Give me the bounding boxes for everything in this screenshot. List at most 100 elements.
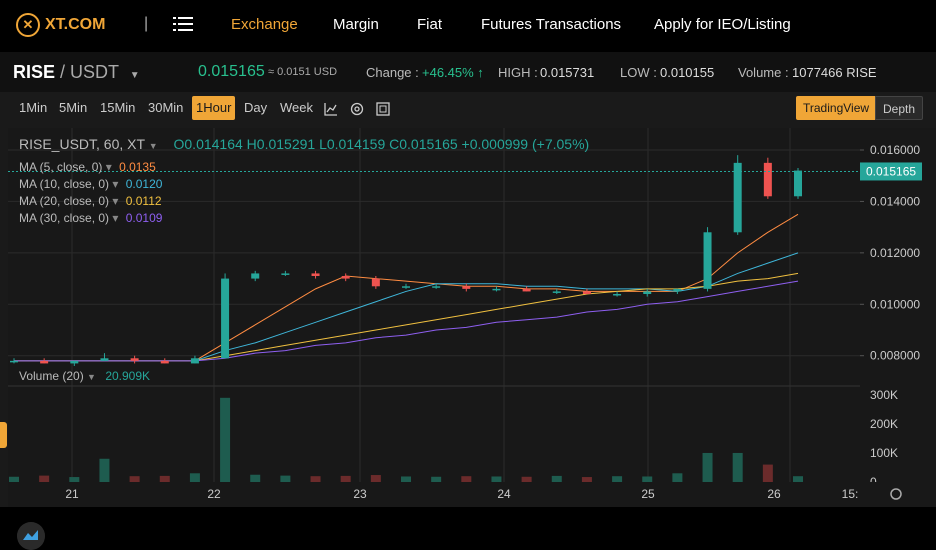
timeframe-day[interactable]: Day bbox=[240, 96, 271, 120]
low-value: 0.010155 bbox=[660, 65, 715, 80]
candle-body bbox=[402, 286, 410, 288]
chart-symbol: RISE_USDT, 60, XT bbox=[19, 136, 145, 152]
time-tick-label: 21 bbox=[65, 487, 79, 501]
ma-legend-label: MA (30, close, 0) bbox=[19, 211, 110, 225]
pair-selector[interactable]: RISE / USDT ▼ bbox=[13, 62, 140, 83]
time-tick-label: 22 bbox=[207, 487, 221, 501]
time-axis[interactable]: 21 22 23 24 25 26 15: bbox=[8, 482, 936, 507]
ma-line-ma30 bbox=[14, 280, 799, 362]
candle-body bbox=[10, 360, 18, 363]
chevron-down-icon[interactable]: ▾ bbox=[109, 177, 122, 191]
volume-indicator-label: Volume (20) bbox=[19, 369, 84, 383]
xt-logo[interactable]: ✕ XT.COM bbox=[16, 12, 105, 38]
ma-legend-value: 0.0120 bbox=[125, 177, 163, 191]
settings-icon[interactable] bbox=[350, 102, 364, 116]
line-chart-icon[interactable] bbox=[324, 102, 338, 116]
candle-body bbox=[794, 170, 802, 197]
chart-panel: 1Min 5Min 15Min 30Min 1Hour Day Week Tra… bbox=[0, 92, 936, 550]
chevron-down-icon: ▼ bbox=[129, 70, 140, 81]
ma-legend-label: MA (5, close, 0) bbox=[19, 160, 103, 174]
nav-separator: | bbox=[144, 15, 149, 32]
nav-margin[interactable]: Margin bbox=[333, 16, 379, 33]
timeframe-week[interactable]: Week bbox=[276, 96, 317, 120]
pair-quote: / USDT bbox=[60, 62, 119, 82]
tradingview-button[interactable]: TradingView bbox=[796, 96, 877, 120]
pair-base: RISE bbox=[13, 62, 56, 82]
ma-legend-row: MA (10, close, 0) ▾ 0.0120 bbox=[19, 177, 162, 191]
ma-line-ma10 bbox=[14, 252, 799, 362]
volume-bar bbox=[762, 464, 773, 482]
candle-body bbox=[40, 360, 49, 364]
candle-body bbox=[703, 232, 712, 289]
ma-legend-label: MA (10, close, 0) bbox=[19, 177, 110, 191]
candle-body bbox=[763, 162, 772, 197]
low-label: LOW : bbox=[620, 65, 657, 80]
volume-legend: Volume (20) ▼ 20.909K bbox=[19, 369, 150, 383]
volume-tick-label: 300K bbox=[870, 388, 898, 402]
nav-futures-transactions[interactable]: Futures Transactions bbox=[481, 16, 621, 33]
price-tick-label: 0.012000 bbox=[870, 246, 920, 260]
volume-label: Volume : bbox=[738, 65, 789, 80]
axis-settings-icon[interactable] bbox=[890, 488, 902, 500]
tradingview-logo-icon[interactable] bbox=[17, 522, 45, 550]
time-tick-label: 15: bbox=[842, 487, 859, 501]
chevron-down-icon[interactable]: ▾ bbox=[102, 160, 115, 174]
timeframe-1min[interactable]: 1Min bbox=[15, 96, 51, 120]
nav-exchange[interactable]: Exchange bbox=[231, 16, 298, 33]
chevron-down-icon[interactable]: ▾ bbox=[109, 194, 122, 208]
chevron-down-icon[interactable]: ▼ bbox=[87, 372, 96, 382]
volume-bar bbox=[732, 452, 743, 482]
price-axis[interactable]: 0.016000 0.014000 0.012000 0.010000 0.008000… bbox=[860, 128, 936, 489]
volume-tick-label: 100K bbox=[870, 446, 898, 460]
menu-icon[interactable] bbox=[173, 14, 193, 34]
timeframe-30min[interactable]: 30Min bbox=[144, 96, 187, 120]
price-tick-label: 0.016000 bbox=[870, 143, 920, 157]
volume-indicator-value: 20.909K bbox=[105, 369, 151, 383]
depth-button[interactable]: Depth bbox=[875, 96, 924, 120]
chevron-down-icon[interactable]: ▼ bbox=[149, 141, 158, 151]
fullscreen-icon[interactable] bbox=[376, 102, 390, 116]
time-tick-label: 26 bbox=[767, 487, 781, 501]
nav-apply-ieo-listing[interactable]: Apply for IEO/Listing bbox=[654, 16, 791, 33]
volume-tick-label: 200K bbox=[870, 417, 898, 431]
top-navigation: ✕ XT.COM | Exchange Margin Fiat Futures … bbox=[0, 0, 936, 50]
ma-legend-value: 0.0112 bbox=[125, 194, 162, 208]
timeframe-15min[interactable]: 15Min bbox=[96, 96, 139, 120]
candle-body bbox=[251, 273, 260, 279]
candle-body bbox=[311, 273, 320, 276]
ma-legend-value: 0.0135 bbox=[119, 160, 156, 174]
candle-body bbox=[100, 358, 109, 361]
price-tick-label: 0.014000 bbox=[870, 194, 920, 208]
ma-legend-value: 0.0109 bbox=[125, 211, 163, 225]
time-axis-svg: 21 22 23 24 25 26 15: bbox=[65, 487, 902, 501]
volume-bar bbox=[189, 473, 200, 482]
chart-ohlc-header: RISE_USDT, 60, XT ▼ O0.014164 H0.015291 … bbox=[19, 136, 589, 152]
volume-bar bbox=[99, 458, 110, 482]
change-label: Change : bbox=[366, 65, 419, 80]
high-label: HIGH : bbox=[498, 65, 538, 80]
volume-bar bbox=[370, 475, 381, 482]
candle-body bbox=[492, 288, 501, 291]
chevron-down-icon[interactable]: ▾ bbox=[109, 211, 122, 225]
ma-legend-row: MA (5, close, 0) ▾ 0.0135 bbox=[19, 160, 156, 174]
change-value: +46.45% ↑ bbox=[422, 65, 484, 80]
candle-body bbox=[160, 360, 169, 364]
volume-bar bbox=[702, 452, 713, 482]
nav-fiat[interactable]: Fiat bbox=[417, 16, 442, 33]
chart-toolbar: 1Min 5Min 15Min 30Min 1Hour Day Week Tra… bbox=[0, 92, 936, 124]
volume-bar bbox=[250, 474, 261, 482]
ma-legend-label: MA (20, close, 0) bbox=[19, 194, 110, 208]
sidebar-toggle[interactable] bbox=[0, 422, 7, 448]
timeframe-1hour[interactable]: 1Hour bbox=[192, 96, 236, 120]
candle-body bbox=[221, 278, 230, 359]
price-tick-label: 0.010000 bbox=[870, 297, 920, 311]
candle-body bbox=[643, 291, 652, 294]
timeframe-5min[interactable]: 5Min bbox=[55, 96, 91, 120]
time-tick-label: 24 bbox=[497, 487, 511, 501]
volume-bar bbox=[672, 473, 683, 482]
volume-tick-label: 0 bbox=[870, 475, 877, 482]
high-value: 0.015731 bbox=[540, 65, 595, 80]
ohlc-values: O0.014164 H0.015291 L0.014159 C0.015165 … bbox=[173, 136, 590, 152]
ticker-bar: RISE / USDT ▼ 0.015165 ≈ 0.0151 USD Chan… bbox=[0, 52, 936, 92]
candle-body bbox=[190, 358, 199, 364]
